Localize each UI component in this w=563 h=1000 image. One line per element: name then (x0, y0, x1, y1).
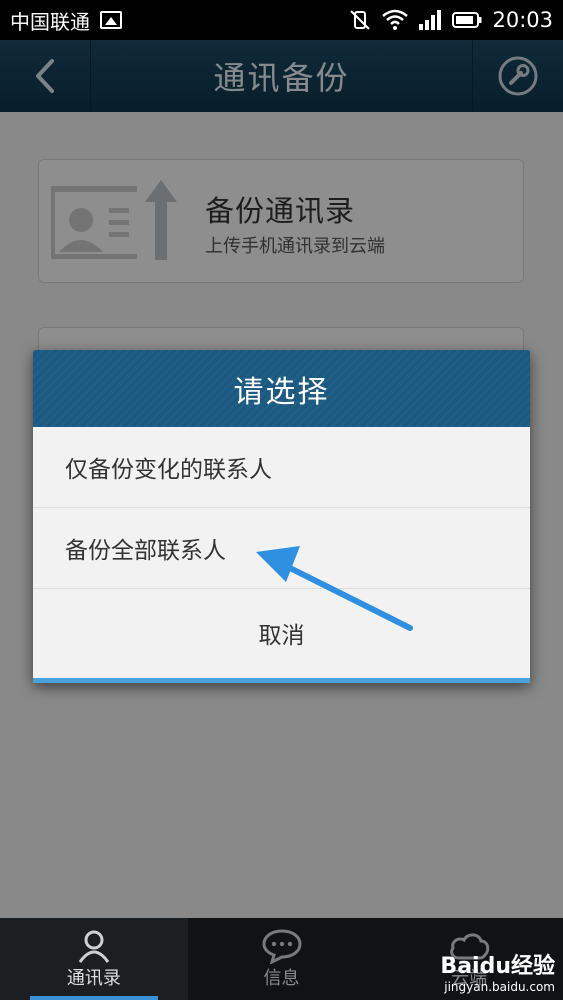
nav-label: 信息 (263, 968, 300, 989)
wifi-icon (382, 9, 409, 30)
clock: 20:03 (492, 8, 553, 32)
image-notification-icon (100, 11, 122, 29)
watermark-logo: Baidu经验 (440, 954, 555, 979)
nav-label: 通讯录 (66, 968, 121, 989)
watermark-url: jingyan.baidu.com (444, 980, 555, 994)
nav-item-messages[interactable]: 信息 (188, 918, 376, 1000)
vibrate-muted-icon (350, 10, 371, 30)
bottom-nav: 通讯录 信息 云端 Baidu经验 jingyan.baidu.com (0, 918, 563, 1000)
pointer-arrow-icon (256, 546, 413, 631)
dialog-bottom-bar (33, 678, 530, 683)
option-backup-changed[interactable]: 仅备份变化的联系人 (33, 427, 530, 508)
signal-icon (419, 10, 442, 30)
battery-icon (452, 12, 482, 28)
dialog-title: 请选择 (33, 350, 530, 427)
status-bar: 中国联通 20:03 (0, 0, 563, 40)
person-icon (78, 930, 110, 963)
nav-item-contacts[interactable]: 通讯录 (0, 918, 188, 1000)
status-icons: 20:03 (348, 8, 553, 32)
carrier-name: 中国联通 (10, 9, 90, 34)
watermark: Baidu经验 jingyan.baidu.com (440, 948, 555, 994)
chat-bubble-icon (261, 929, 302, 964)
